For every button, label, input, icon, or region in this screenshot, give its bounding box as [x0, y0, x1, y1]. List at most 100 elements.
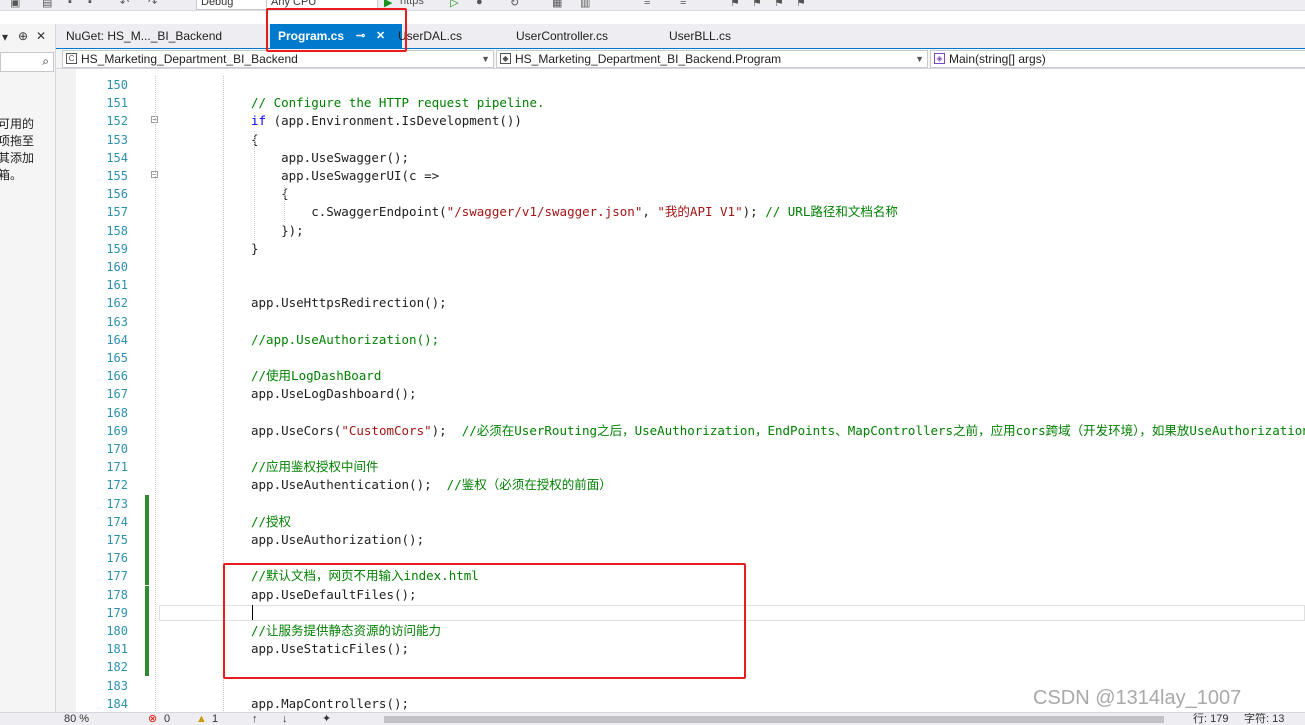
tab-userbll-cs[interactable]: UserBLL.cs	[669, 24, 731, 48]
tab-program-cs[interactable]: Program.cs ⊸ ✕	[270, 24, 402, 48]
configuration-select[interactable]: Debug	[196, 0, 268, 10]
code-text: //授权	[251, 513, 292, 529]
change-indicator	[145, 549, 149, 568]
code-line[interactable]: 165	[56, 349, 1305, 367]
tab-nuget[interactable]: NuGet: HS_M..._BI_Backend	[66, 24, 222, 48]
line-number: 177	[106, 569, 128, 584]
tab-userdal-cs[interactable]: UserDAL.cs	[398, 24, 462, 48]
indent-guide	[284, 185, 285, 222]
close-tab-icon[interactable]: ✕	[376, 24, 385, 48]
code-line[interactable]: 173	[56, 494, 1305, 513]
line-number: 174	[106, 514, 128, 529]
code-line[interactable]: 169 app.UseCors("CustomCors"); //必须在UserR…	[56, 422, 1305, 440]
code-line[interactable]: 181 app.UseStaticFiles();	[56, 640, 1305, 659]
line-number: 153	[106, 132, 128, 147]
change-indicator	[145, 512, 149, 531]
bookmark-clear-icon[interactable]: ⚑	[796, 0, 806, 9]
save-icon[interactable]: ▪	[68, 0, 72, 8]
code-line[interactable]: 162 app.UseHttpsRedirection();	[56, 294, 1305, 312]
code-line[interactable]: 167 app.UseLogDashboard();	[56, 385, 1305, 403]
line-number: 184	[106, 696, 128, 711]
main-toolbar: ▣ ▤ ▪ ▪ ↶ ↷ Debug Any CPU ▶ https ▷ ● ↻ …	[0, 0, 1305, 11]
new-item-icon[interactable]: ▣	[10, 0, 20, 9]
bookmark-icon[interactable]: ⚑	[730, 0, 740, 9]
bookmark-next-icon[interactable]: ⚑	[774, 0, 784, 9]
code-line[interactable]: 180 //让服务提供静态资源的访问能力	[56, 622, 1305, 640]
code-line[interactable]: 152− if (app.Environment.IsDevelopment())	[56, 112, 1305, 130]
code-line[interactable]: 168	[56, 404, 1305, 422]
line-number: 183	[106, 678, 128, 693]
toolbox-icon[interactable]: ▦	[552, 0, 562, 9]
code-line[interactable]: 178 app.UseDefaultFiles();	[56, 585, 1305, 604]
code-line[interactable]: 163	[56, 313, 1305, 331]
code-cleanup-icon[interactable]: ✦	[322, 714, 331, 725]
code-line[interactable]: 159}	[56, 240, 1305, 258]
code-line[interactable]: 176	[56, 549, 1305, 568]
current-line-highlight	[159, 604, 1305, 621]
chevron-down-icon: ▼	[481, 54, 490, 64]
platform-select[interactable]: Any CPU	[266, 0, 378, 10]
code-line[interactable]: 154 app.UseSwagger();	[56, 149, 1305, 167]
nav-up-icon[interactable]: ↑	[252, 714, 258, 725]
code-line[interactable]: 155− app.UseSwaggerUI(c =>	[56, 167, 1305, 185]
code-line[interactable]: 177 //默认文档，网页不用输入index.html	[56, 567, 1305, 586]
project-dropdown[interactable]: C HS_Marketing_Department_BI_Backend ▼	[62, 50, 494, 68]
pin-tab-icon[interactable]: ⊸	[356, 24, 365, 48]
code-line[interactable]: 160	[56, 258, 1305, 276]
open-folder-icon[interactable]: ▤	[42, 0, 52, 9]
code-line[interactable]: 153{	[56, 131, 1305, 149]
error-icon[interactable]: ⊗	[148, 714, 157, 725]
line-number: 182	[106, 660, 128, 675]
code-line[interactable]: 157 c.SwaggerEndpoint("/swagger/v1/swagg…	[56, 203, 1305, 221]
member-dropdown[interactable]: ◈ Main(string[] args)	[930, 50, 1305, 68]
run-profile-label[interactable]: https	[400, 0, 424, 7]
code-line[interactable]: 174 //授权	[56, 512, 1305, 531]
horizontal-scrollbar[interactable]	[384, 716, 1164, 723]
panel-close-icon[interactable]: ✕	[36, 29, 46, 43]
panel-menu-icon[interactable]: ▾	[2, 30, 8, 44]
member-name: Main(string[] args)	[949, 52, 1046, 66]
code-editor[interactable]: 150 151 // Configure the HTTP request pipe…	[56, 69, 1305, 712]
layout-icon[interactable]: ▥	[580, 0, 590, 9]
line-number: 158	[106, 223, 128, 238]
code-line[interactable]: 166 //使用LogDashBoard	[56, 367, 1305, 385]
code-text: app.UseSwaggerUI(c =>	[251, 168, 440, 183]
code-line[interactable]: 172 app.UseAuthentication(); //鉴权（必须在授权的前…	[56, 476, 1305, 494]
code-line[interactable]: 175 app.UseAuthorization();	[56, 531, 1305, 549]
code-line[interactable]: 182	[56, 658, 1305, 677]
toolbox-search-input[interactable]: ⌕	[0, 52, 54, 72]
line-number: 176	[106, 551, 128, 566]
stop-icon[interactable]: ●	[476, 0, 483, 8]
nav-down-icon[interactable]: ↓	[282, 714, 288, 725]
change-indicator	[145, 531, 149, 549]
tab-usercontroller-cs[interactable]: UserController.cs	[516, 24, 608, 48]
code-text: //默认文档，网页不用输入index.html	[251, 568, 479, 584]
type-name: HS_Marketing_Department_BI_Backend.Progr…	[515, 52, 782, 66]
code-line[interactable]: 170	[56, 440, 1305, 458]
code-line[interactable]: 161	[56, 276, 1305, 294]
indent-icon[interactable]: ≡	[680, 0, 686, 8]
type-dropdown[interactable]: ◆ HS_Marketing_Department_BI_Backend.Pro…	[496, 50, 928, 68]
code-line[interactable]: 150	[56, 76, 1305, 94]
code-text: app.UseDefaultFiles();	[251, 586, 417, 602]
code-line[interactable]: 164 //app.UseAuthorization();	[56, 331, 1305, 349]
code-line[interactable]: 151 // Configure the HTTP request pipelin…	[56, 94, 1305, 112]
code-line[interactable]: 171 //应用鉴权授权中间件	[56, 458, 1305, 476]
undo-icon[interactable]: ↶	[120, 0, 129, 9]
warning-icon[interactable]: ▲	[196, 714, 207, 725]
line-number: 168	[106, 405, 128, 420]
comment-icon[interactable]: ≡	[644, 0, 650, 8]
redo-icon[interactable]: ↷	[148, 0, 157, 9]
play-icon[interactable]: ▶	[384, 0, 392, 9]
start-without-debug-icon[interactable]: ▷	[450, 0, 458, 9]
refresh-icon[interactable]: ↻	[510, 0, 519, 9]
save-all-icon[interactable]: ▪	[88, 0, 92, 8]
pin-icon[interactable]: ⊕	[18, 29, 28, 43]
code-line[interactable]: 156 {	[56, 185, 1305, 203]
line-number: 179	[106, 605, 128, 620]
bookmark-prev-icon[interactable]: ⚑	[752, 0, 762, 9]
code-line[interactable]: 158 });	[56, 222, 1305, 240]
zoom-level[interactable]: 80 %	[64, 714, 89, 725]
code-text: //app.UseAuthorization();	[251, 331, 440, 347]
text-caret	[252, 604, 253, 620]
